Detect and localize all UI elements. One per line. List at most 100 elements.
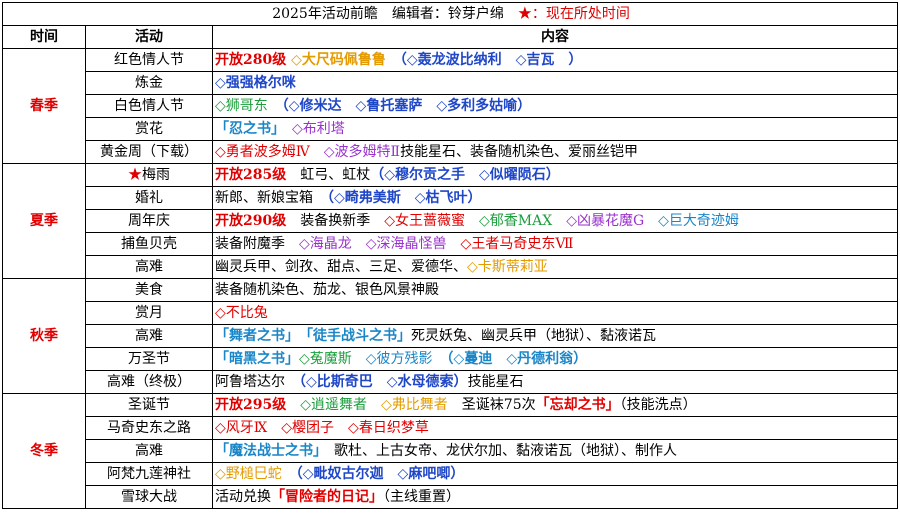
content-cell: 阿鲁塔达尔 （◇比斯奇巴 ◇水母德索）技能星石 <box>211 370 899 394</box>
activity-row: 万圣节 「暗黑之书」◇菟魔斯 ◇彼方残影 （◇蔓迪 ◇丹德利翁） <box>3 347 899 371</box>
activity-cell: 周年庆 <box>85 209 213 233</box>
content-segment: 开放295级 <box>215 397 287 413</box>
activity-name: 梅雨 <box>142 167 170 183</box>
content-segment: 技能星石、装备随机染色、爱丽丝铠甲 <box>400 144 639 160</box>
activity-cell: 炼金 <box>85 71 213 95</box>
content-segment: ◇丹德利翁） <box>492 351 588 367</box>
activity-cell: ★梅雨 <box>85 163 213 187</box>
activity-cell: 赏月 <box>85 301 213 325</box>
activity-row: 高难 幽灵兵甲、剑孜、甜点、三足、爱德华、◇卡斯蒂莉亚 <box>3 255 899 279</box>
content-segment: 新郎、新娘宝箱 <box>215 190 313 206</box>
content-cell: 开放285级 虹弓、虹杖（◇穆尔贡之手 ◇似曜陨石） <box>211 163 899 187</box>
activity-name: 美食 <box>135 282 163 298</box>
content-segment: 开放280级 <box>215 52 287 68</box>
activity-cell: 赏花 <box>85 117 213 141</box>
activity-cell: 美食 <box>85 278 213 302</box>
title-main: 2025年活动前瞻 编辑者：铃芽户绵 <box>272 6 518 22</box>
content-segment: （技能洗点） <box>619 397 697 413</box>
content-segment: ◇风牙Ⅸ <box>215 420 268 436</box>
content-segment: 开放290级 <box>215 213 287 229</box>
content-cell: 「舞者之书」 「徒手战斗之书」死灵妖兔、幽灵兵甲（地狱）、黏液诺瓦 <box>211 324 899 348</box>
content-cell: 开放295级 ◇逍遥舞者 ◇弗比舞者 圣诞袜75次「忘却之书」（技能洗点） <box>211 393 899 417</box>
content-segment: 虹弓、虹杖 <box>286 167 371 183</box>
content-segment: ◇凶暴花魔G <box>552 213 645 229</box>
content-segment: （◇轰龙波比纳利 <box>385 52 502 68</box>
content-cell: ◇野槌巳蛇 （◇毗奴古尔迦 ◇麻吧唧） <box>211 462 899 486</box>
content-segment: （◇畸弗美斯 <box>313 190 401 206</box>
content-segment: ◇不比兔 <box>215 305 268 321</box>
schedule-table-body: 2025年活动前瞻 编辑者：铃芽户绵 ★：现在所处时间 时间 活动 内容 春季红… <box>1 2 899 509</box>
content-segment: ◇菟魔斯 <box>299 351 352 367</box>
activity-name: 雪球大战 <box>121 489 177 505</box>
content-segment: ◇枯飞叶） <box>400 190 482 206</box>
activity-row: 赏月 ◇不比兔 <box>3 301 899 325</box>
content-segment: 阿鲁塔达尔 <box>215 374 285 390</box>
content-segment: ◇春日织梦草 <box>334 420 429 436</box>
content-segment: ◇麻吧唧） <box>383 466 465 482</box>
activity-row: 马奇史东之路 ◇风牙Ⅸ ◇樱团子 ◇春日织梦草 <box>3 416 899 440</box>
season-cell: 夏季 <box>2 163 86 279</box>
header-time: 时间 <box>2 25 86 49</box>
content-segment: ◇巨大奇迹姆 <box>644 213 739 229</box>
content-segment: ◇彼方残影 <box>351 351 433 367</box>
content-segment: ◇似曜陨石） <box>465 167 560 183</box>
sheet-title: 2025年活动前瞻 编辑者：铃芽户绵 ★：现在所处时间 <box>1 2 899 26</box>
season-cell: 秋季 <box>2 278 86 394</box>
content-segment: 圣诞袜75次 <box>447 397 536 413</box>
content-segment: ◇弗比舞者 <box>367 397 448 413</box>
activity-row: 高难（终极） 阿鲁塔达尔 （◇比斯奇巴 ◇水母德索）技能星石 <box>3 370 899 394</box>
content-segment: ◇王者马奇史东Ⅶ <box>446 236 574 252</box>
activity-name: 高难 <box>135 259 163 275</box>
activity-row: 夏季 ★梅雨 开放285级 虹弓、虹杖（◇穆尔贡之手 ◇似曜陨石） <box>2 163 899 279</box>
activity-cell: 红色情人节 <box>85 48 213 72</box>
content-segment: 技能星石 <box>467 374 524 390</box>
activity-name: 赏花 <box>135 121 163 137</box>
title-star-note: ：现在所处时间 <box>531 6 630 22</box>
activity-name: 高难 <box>135 443 163 459</box>
header-activity: 活动 <box>85 25 213 49</box>
content-segment: 幽灵兵甲、剑孜、甜点、三足、爱德华、 <box>215 259 467 275</box>
activity-row: 高难 「魔法战士之书」 歌杜、上古女帝、龙伏尔加、黏液诺瓦（地狱）、制作人 <box>3 439 899 463</box>
activity-name: 赏月 <box>135 305 163 321</box>
current-time-star-icon: ★ <box>128 167 142 183</box>
activity-cell: 高难 <box>85 324 213 348</box>
activity-row: 周年庆 开放290级 装备换新季 ◇女王蔷薇蜜 ◇郁香MAX ◇凶暴花魔G ◇巨大… <box>3 209 899 233</box>
header-content: 内容 <box>211 25 899 49</box>
activity-row: 秋季 美食 装备随机染色、茄龙、银色风景神殿 <box>2 278 899 394</box>
activity-cell: 雪球大战 <box>85 485 213 509</box>
content-segment: ◇深海晶怪兽 <box>351 236 447 252</box>
activity-row: 赏花 「忍之书」 ◇布利塔 <box>3 117 899 141</box>
activity-row: 黄金周（下载） ◇勇者波多姆Ⅳ ◇波多姆特Ⅱ技能星石、装备随机染色、爱丽丝铠甲 <box>3 140 899 164</box>
content-segment: （◇毗奴古尔迦 <box>281 466 384 482</box>
activity-name: 阿梵九莲神社 <box>107 466 191 482</box>
activity-name: 炼金 <box>135 75 163 91</box>
content-segment: （◇比斯奇巴 <box>285 374 373 390</box>
content-cell: 装备附魔季 ◇海晶龙 ◇深海晶怪兽 ◇王者马奇史东Ⅶ <box>211 232 899 256</box>
content-cell: ◇狮哥东 （◇修米达 ◇鲁托塞萨 ◇多利多姑喻） <box>211 94 899 118</box>
content-segment: （主线重置） <box>383 489 460 505</box>
content-segment: 「冒险者的日记」 <box>271 489 383 505</box>
content-segment: 「暗黑之书」 <box>215 351 299 367</box>
content-segment: ◇大尺码佩鲁鲁 <box>286 52 386 68</box>
activity-cell: 万圣节 <box>85 347 213 371</box>
activity-row: 冬季 圣诞节 开放295级 ◇逍遥舞者 ◇弗比舞者 圣诞袜75次「忘却之书」（技能洗… <box>2 393 899 509</box>
content-segment: ◇水母德索） <box>372 374 468 390</box>
activity-cell: 白色情人节 <box>85 94 213 118</box>
season-cell: 春季 <box>2 48 86 164</box>
content-cell: ◇勇者波多姆Ⅳ ◇波多姆特Ⅱ技能星石、装备随机染色、爱丽丝铠甲 <box>211 140 899 164</box>
content-segment: 「忘却之书」 <box>535 397 620 413</box>
content-segment: （◇穆尔贡之手 <box>370 167 466 183</box>
activity-name: 马奇史东之路 <box>107 420 191 436</box>
activity-cell: 婚礼 <box>85 186 213 210</box>
content-segment: ◇郁香MAX <box>465 213 553 229</box>
activity-name: 黄金周（下载） <box>100 144 198 160</box>
activity-row: 白色情人节 ◇狮哥东 （◇修米达 ◇鲁托塞萨 ◇多利多姑喻） <box>3 94 899 118</box>
content-segment: （◇蔓迪 <box>432 351 493 367</box>
activity-cell: 阿梵九莲神社 <box>85 462 213 486</box>
content-segment: ◇勇者波多姆Ⅳ <box>215 144 310 160</box>
content-segment: 死灵妖兔、幽灵兵甲（地狱）、黏液诺瓦 <box>411 328 656 344</box>
content-segment: 装备换新季 <box>286 213 371 229</box>
activity-cell: 圣诞节 <box>85 393 213 417</box>
content-cell: ◇不比兔 <box>211 301 899 325</box>
content-segment: 「魔法战士之书」 <box>215 443 320 459</box>
